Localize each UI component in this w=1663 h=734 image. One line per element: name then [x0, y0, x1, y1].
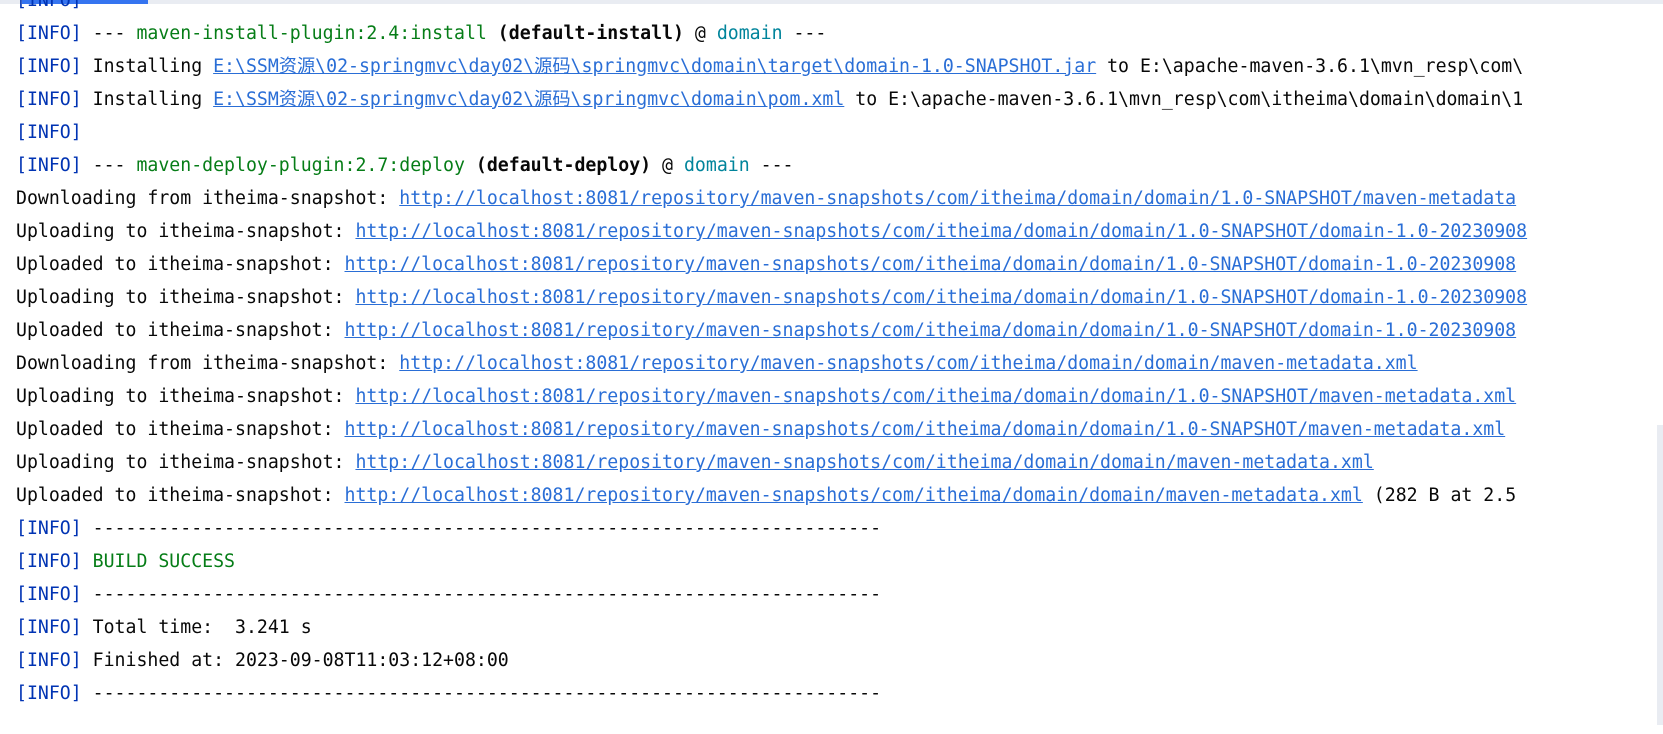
repository-url-link[interactable]: http://localhost:8081/repository/maven-s… [399, 188, 1516, 209]
log-level-tag: [INFO] [16, 650, 82, 671]
log-level-tag: [INFO] [16, 617, 82, 638]
file-path-link[interactable]: E:\SSM资源\02-springmvc\day02\源码\springmvc… [213, 89, 844, 110]
plugin-name: maven-deploy-plugin:2.7:deploy [136, 155, 465, 176]
repository-url-link[interactable]: http://localhost:8081/repository/maven-s… [355, 221, 1527, 242]
build-success-text: BUILD SUCCESS [81, 551, 236, 572]
console-line: Downloading from itheima-snapshot: http:… [16, 182, 1663, 215]
execution-id: (default-install) [486, 23, 684, 44]
console-line: Uploaded to itheima-snapshot: http://loc… [16, 479, 1663, 512]
log-text: Installing [81, 56, 214, 77]
log-level-tag: [INFO] [16, 155, 82, 176]
console-line: Uploading to itheima-snapshot: http://lo… [16, 281, 1663, 314]
console-line: [INFO] Total time: 3.241 s [16, 611, 1663, 644]
console-line: Uploading to itheima-snapshot: http://lo… [16, 380, 1663, 413]
repository-url-link[interactable]: http://localhost:8081/repository/maven-s… [355, 452, 1373, 473]
log-text: --- [782, 23, 827, 44]
log-text: --- [81, 155, 137, 176]
transfer-label: Uploading to itheima-snapshot: [16, 287, 356, 308]
log-level-tag: [INFO] [16, 0, 82, 11]
console-output[interactable]: [INFO] [INFO] --- maven-install-plugin:2.… [16, 0, 1663, 710]
transfer-label: Uploaded to itheima-snapshot: [16, 419, 345, 440]
log-text: Installing [81, 89, 214, 110]
console-line: [INFO] --- maven-install-plugin:2.4:inst… [16, 17, 1663, 50]
log-level-tag: [INFO] [16, 584, 82, 605]
log-text: Total time: 3.241 s [81, 617, 312, 638]
log-text: (282 B at 2.5 [1362, 485, 1517, 506]
repository-url-link[interactable]: http://localhost:8081/repository/maven-s… [345, 254, 1517, 275]
log-text: to E:\apache-maven-3.6.1\mvn_resp\com\it… [844, 89, 1524, 110]
log-level-tag: [INFO] [16, 122, 82, 143]
console-line: [INFO] ---------------------------------… [16, 578, 1663, 611]
transfer-label: Uploaded to itheima-snapshot: [16, 320, 345, 341]
console-line: Uploaded to itheima-snapshot: http://loc… [16, 413, 1663, 446]
console-line: [INFO] BUILD SUCCESS [16, 545, 1663, 578]
execution-id: (default-deploy) [464, 155, 652, 176]
transfer-label: Uploading to itheima-snapshot: [16, 452, 356, 473]
project-name: domain [716, 23, 783, 44]
log-text: ----------------------------------------… [81, 584, 882, 605]
transfer-label: Downloading from itheima-snapshot: [16, 353, 400, 374]
console-line: [INFO] ---------------------------------… [16, 677, 1663, 710]
file-path-link[interactable]: E:\SSM资源\02-springmvc\day02\源码\springmvc… [213, 56, 1096, 77]
repository-url-link[interactable]: http://localhost:8081/repository/maven-s… [355, 386, 1516, 407]
repository-url-link[interactable]: http://localhost:8081/repository/maven-s… [355, 287, 1527, 308]
transfer-label: Uploaded to itheima-snapshot: [16, 485, 345, 506]
log-level-tag: [INFO] [16, 23, 82, 44]
log-text: @ [651, 155, 684, 176]
log-text: --- [749, 155, 794, 176]
log-text: to E:\apache-maven-3.6.1\mvn_resp\com\ [1096, 56, 1524, 77]
log-level-tag: [INFO] [16, 683, 82, 704]
scrollbar-track[interactable] [1657, 425, 1663, 725]
log-level-tag: [INFO] [16, 551, 82, 572]
console-line: Uploading to itheima-snapshot: http://lo… [16, 446, 1663, 479]
plugin-name: maven-install-plugin:2.4:install [136, 23, 487, 44]
console-line: [INFO] Installing E:\SSM资源\02-springmvc\… [16, 50, 1663, 83]
console-line: Uploaded to itheima-snapshot: http://loc… [16, 314, 1663, 347]
log-level-tag: [INFO] [16, 56, 82, 77]
project-name: domain [683, 155, 750, 176]
repository-url-link[interactable]: http://localhost:8081/repository/maven-s… [345, 485, 1363, 506]
repository-url-link[interactable]: http://localhost:8081/repository/maven-s… [345, 320, 1517, 341]
log-text: ----------------------------------------… [81, 683, 882, 704]
repository-url-link[interactable]: http://localhost:8081/repository/maven-s… [345, 419, 1506, 440]
log-text: ----------------------------------------… [81, 518, 882, 539]
transfer-label: Uploaded to itheima-snapshot: [16, 254, 345, 275]
console-line: Uploaded to itheima-snapshot: http://loc… [16, 248, 1663, 281]
log-text: --- [81, 23, 137, 44]
log-level-tag: [INFO] [16, 89, 82, 110]
transfer-label: Uploading to itheima-snapshot: [16, 386, 356, 407]
console-line: [INFO] [16, 0, 1663, 17]
transfer-label: Downloading from itheima-snapshot: [16, 188, 400, 209]
transfer-label: Uploading to itheima-snapshot: [16, 221, 356, 242]
log-text: @ [683, 23, 717, 44]
console-line: Uploading to itheima-snapshot: http://lo… [16, 215, 1663, 248]
console-line: [INFO] ---------------------------------… [16, 512, 1663, 545]
console-line: [INFO] Installing E:\SSM资源\02-springmvc\… [16, 83, 1663, 116]
log-level-tag: [INFO] [16, 518, 82, 539]
log-text: Finished at: 2023-09-08T11:03:12+08:00 [81, 650, 509, 671]
console-line: [INFO] [16, 116, 1663, 149]
repository-url-link[interactable]: http://localhost:8081/repository/maven-s… [399, 353, 1417, 374]
console-line: Downloading from itheima-snapshot: http:… [16, 347, 1663, 380]
console-line: [INFO] --- maven-deploy-plugin:2.7:deplo… [16, 149, 1663, 182]
console-line: [INFO] Finished at: 2023-09-08T11:03:12+… [16, 644, 1663, 677]
